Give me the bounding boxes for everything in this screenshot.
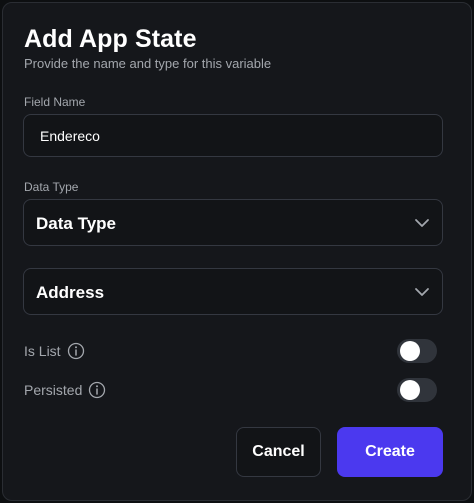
sub-type-selected-value: Address: [36, 283, 105, 302]
toggle-knob: [400, 380, 420, 400]
cancel-button[interactable]: Cancel: [236, 427, 321, 477]
chevron-down-icon: [415, 288, 429, 296]
toggle-knob: [400, 341, 420, 361]
info-icon[interactable]: [88, 381, 106, 399]
persisted-label: Persisted: [24, 382, 83, 398]
is-list-label: Is List: [24, 343, 61, 359]
dialog-subtitle: Provide the name and type for this varia…: [24, 56, 272, 71]
add-app-state-dialog: Add App State Provide the name and type …: [2, 2, 472, 501]
data-type-label: Data Type: [24, 180, 79, 194]
create-button[interactable]: Create: [337, 427, 443, 477]
field-name-input[interactable]: [23, 114, 443, 157]
sub-type-select[interactable]: Address: [23, 268, 443, 315]
is-list-toggle[interactable]: [397, 339, 437, 363]
info-icon[interactable]: [67, 342, 85, 360]
dialog-title: Add App State: [24, 25, 197, 53]
persisted-toggle[interactable]: [397, 378, 437, 402]
chevron-down-icon: [415, 219, 429, 227]
field-name-label: Field Name: [24, 95, 86, 109]
data-type-selected-value: Data Type: [36, 214, 116, 233]
data-type-select[interactable]: Data Type: [23, 199, 443, 246]
